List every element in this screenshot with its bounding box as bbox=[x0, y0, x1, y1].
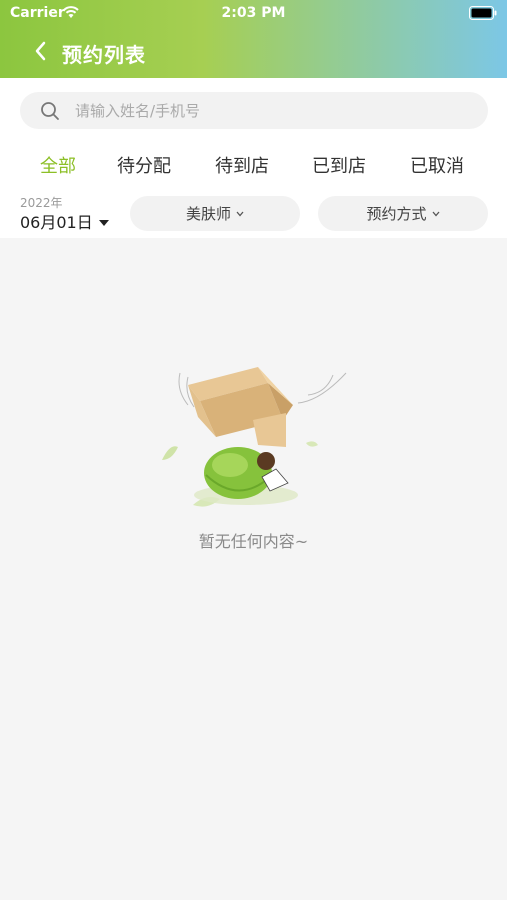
nav-bar: 预约列表 bbox=[0, 28, 507, 78]
empty-box-illustration bbox=[162, 367, 347, 507]
page-title: 预约列表 bbox=[62, 43, 146, 67]
tab-pending-arrival[interactable]: 待到店 bbox=[215, 152, 269, 178]
chevron-down-icon bbox=[432, 211, 439, 216]
search-input[interactable] bbox=[75, 92, 475, 129]
appointment-method-filter[interactable]: 预约方式 bbox=[318, 196, 488, 231]
tab-all[interactable]: 全部 bbox=[40, 152, 76, 178]
status-tabs: 全部 待分配 待到店 已到店 已取消 bbox=[0, 145, 507, 185]
beautician-filter[interactable]: 美肤师 bbox=[130, 196, 300, 231]
tab-arrived[interactable]: 已到店 bbox=[312, 152, 366, 178]
status-time: 2:03 PM bbox=[221, 5, 286, 21]
tab-cancelled[interactable]: 已取消 bbox=[410, 152, 464, 178]
status-bar: Carrier 2:03 PM bbox=[0, 0, 507, 28]
back-button[interactable] bbox=[28, 38, 52, 64]
beautician-filter-label: 美肤师 bbox=[185, 205, 231, 223]
appointment-method-label: 预约方式 bbox=[366, 205, 427, 223]
chevron-down-icon bbox=[236, 211, 244, 216]
date-picker[interactable]: 2022年 06月01日 bbox=[20, 195, 109, 235]
chevron-left-icon bbox=[35, 41, 46, 61]
empty-state-message: 暂无任何内容~ bbox=[198, 532, 309, 551]
search-bar[interactable] bbox=[20, 92, 488, 129]
caret-down-icon bbox=[98, 220, 109, 226]
date-year: 2022年 bbox=[20, 196, 63, 210]
app-header: Carrier 2:03 PM 预约列表 bbox=[0, 0, 507, 78]
search-icon bbox=[41, 102, 59, 120]
battery-icon bbox=[469, 6, 497, 20]
date-day: 06月01日 bbox=[20, 213, 93, 232]
tab-pending-assign[interactable]: 待分配 bbox=[117, 152, 171, 178]
date-day-row: 06月01日 bbox=[20, 211, 109, 235]
